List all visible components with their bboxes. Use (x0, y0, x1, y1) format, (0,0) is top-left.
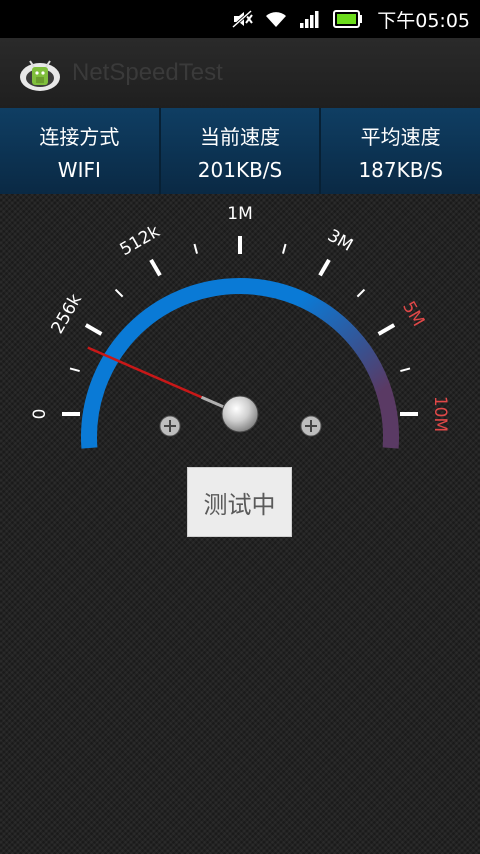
gauge-major-tick (377, 323, 396, 336)
average-speed-cell: 平均速度 187KB/S (321, 108, 480, 194)
gauge-label-512k: 512k (117, 221, 164, 260)
main-area: 0 256k 512k 1M 3M 5M 10M 测试中 (0, 194, 480, 854)
current-speed-value: 201KB/S (197, 157, 283, 182)
right-screw-icon (300, 415, 322, 437)
gauge-label-5m: 5M (398, 298, 428, 330)
app-title: NetSpeedTest (72, 59, 223, 86)
connection-type-value: WIFI (57, 157, 101, 182)
left-screw-icon (159, 415, 181, 437)
status-bar: 下午05:05 (0, 0, 480, 38)
connection-type-cell: 连接方式 WIFI (0, 108, 161, 194)
speed-gauge: 0 256k 512k 1M 3M 5M 10M (30, 204, 450, 449)
info-panel: 连接方式 WIFI 当前速度 201KB/S 平均速度 187KB/S (0, 108, 480, 194)
gauge-label-10m: 10M (430, 396, 450, 432)
gauge-minor-tick (193, 243, 199, 254)
android-robot-icon[interactable] (18, 51, 62, 95)
gauge-label-3m: 3M (324, 226, 356, 256)
gauge-major-tick (318, 258, 331, 277)
gauge-minor-tick (356, 288, 366, 298)
gauge-major-tick (84, 323, 103, 336)
average-speed-value: 187KB/S (358, 157, 443, 182)
gauge-label-0: 0 (30, 409, 50, 420)
average-speed-label: 平均速度 (360, 124, 441, 149)
test-button[interactable]: 测试中 (187, 467, 292, 537)
signal-icon (299, 10, 321, 28)
gauge-major-tick (149, 258, 162, 277)
connection-type-label: 连接方式 (39, 124, 120, 149)
mute-icon (231, 10, 254, 28)
battery-icon (333, 10, 363, 28)
current-speed-cell: 当前速度 201KB/S (161, 108, 322, 194)
current-speed-label: 当前速度 (200, 124, 280, 149)
test-button-label: 测试中 (203, 490, 276, 519)
gauge-minor-tick (69, 367, 80, 373)
gauge-label-256k: 256k (48, 291, 87, 338)
gauge-hub (221, 395, 259, 433)
gauge-label-1m: 1M (227, 204, 252, 224)
gauge-ticks (62, 236, 418, 416)
gauge-minor-tick (114, 288, 124, 298)
gauge-minor-tick (400, 367, 411, 373)
status-time: 下午05:05 (377, 9, 470, 32)
wifi-icon (265, 10, 287, 28)
action-bar: NetSpeedTest (0, 38, 480, 108)
gauge-minor-tick (281, 243, 287, 254)
